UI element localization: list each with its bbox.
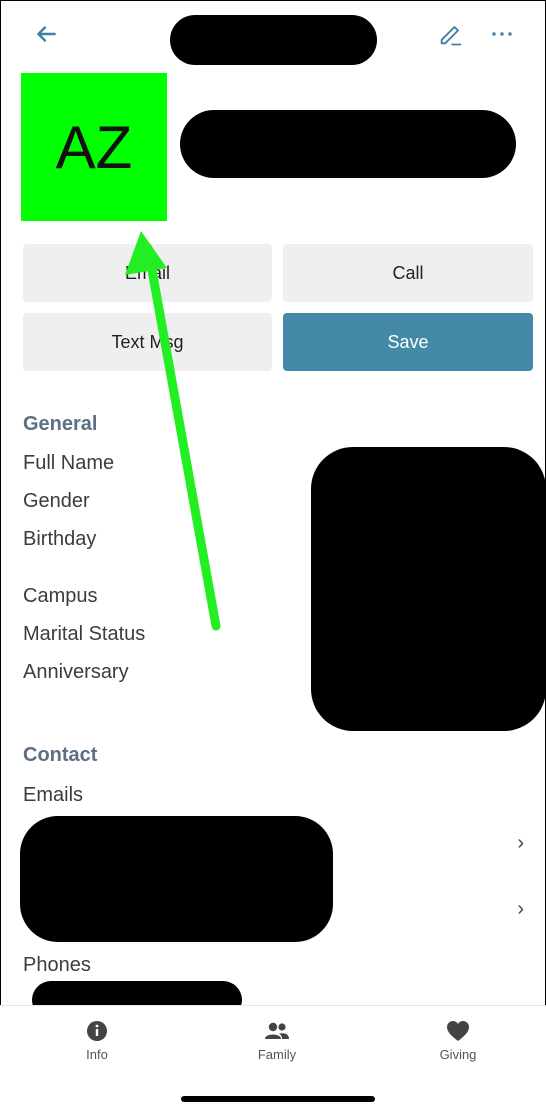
- tab-info[interactable]: Info: [37, 1020, 157, 1062]
- heart-icon: [447, 1021, 469, 1041]
- tab-family-label: Family: [257, 1047, 297, 1062]
- tab-family[interactable]: Family: [217, 1020, 337, 1062]
- info-icon: [87, 1021, 107, 1041]
- annotation-arrow: [125, 231, 221, 631]
- people-icon: [265, 1022, 289, 1039]
- tab-giving[interactable]: Giving: [398, 1020, 518, 1062]
- home-indicator: [181, 1096, 375, 1102]
- tab-info-label: Info: [86, 1047, 108, 1062]
- tab-giving-label: Giving: [439, 1047, 477, 1062]
